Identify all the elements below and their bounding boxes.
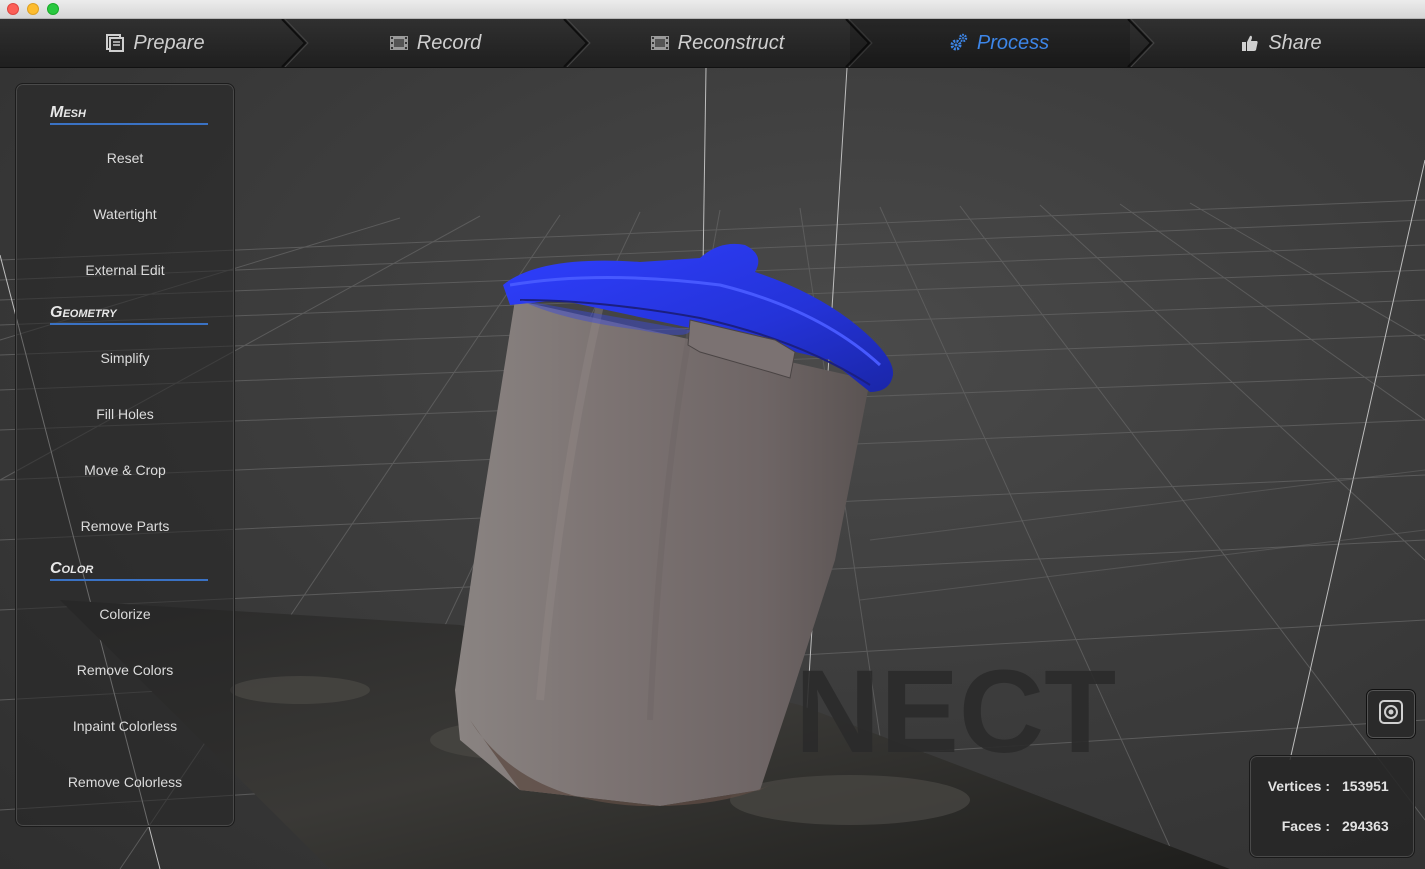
mesh-stats-panel: Vertices : 153951 Faces : 294363 bbox=[1249, 755, 1415, 858]
section-title-geometry: Geometry bbox=[50, 304, 208, 325]
simplify-button[interactable]: Simplify bbox=[16, 350, 234, 366]
vertices-label: Vertices : bbox=[1267, 778, 1330, 794]
tab-reconstruct[interactable]: Reconstruct bbox=[592, 19, 842, 67]
watertight-button[interactable]: Watertight bbox=[16, 206, 234, 222]
remove-parts-button[interactable]: Remove Parts bbox=[16, 518, 234, 534]
faces-value: 294363 bbox=[1342, 818, 1389, 834]
tab-reconstruct-label: Reconstruct bbox=[677, 31, 785, 54]
inpaint-colorless-button[interactable]: Inpaint Colorless bbox=[16, 718, 234, 734]
section-title-mesh: Mesh bbox=[50, 104, 208, 125]
tab-process[interactable]: Process bbox=[874, 19, 1124, 67]
snapshot-icon bbox=[1378, 699, 1404, 730]
film-icon bbox=[389, 33, 409, 53]
workflow-toolbar: Prepare Record Reconstruct Process Share bbox=[0, 19, 1425, 68]
film-icon bbox=[650, 33, 670, 53]
watermark-text: NECT bbox=[795, 646, 1116, 778]
thumbs-up-icon bbox=[1240, 33, 1260, 53]
tab-prepare-label: Prepare bbox=[133, 31, 205, 54]
gears-icon bbox=[949, 33, 969, 53]
faces-label: Faces : bbox=[1281, 818, 1330, 834]
external-edit-button[interactable]: External Edit bbox=[16, 262, 234, 278]
reset-button[interactable]: Reset bbox=[16, 150, 234, 166]
colorize-button[interactable]: Colorize bbox=[16, 606, 234, 622]
fill-holes-button[interactable]: Fill Holes bbox=[16, 406, 234, 422]
section-title-color: Color bbox=[50, 560, 208, 581]
tab-prepare[interactable]: Prepare bbox=[30, 19, 280, 67]
tab-share-label: Share bbox=[1268, 31, 1322, 54]
minimize-window-button[interactable] bbox=[27, 3, 39, 15]
close-window-button[interactable] bbox=[7, 3, 19, 15]
snapshot-button[interactable] bbox=[1366, 689, 1416, 739]
prepare-icon bbox=[105, 33, 125, 53]
tools-sidebar: Mesh Reset Watertight External Edit Geom… bbox=[15, 83, 235, 827]
remove-colorless-button[interactable]: Remove Colorless bbox=[16, 774, 234, 790]
remove-colors-button[interactable]: Remove Colors bbox=[16, 662, 234, 678]
tab-share[interactable]: Share bbox=[1156, 19, 1406, 67]
move-crop-button[interactable]: Move & Crop bbox=[16, 462, 234, 478]
zoom-window-button[interactable] bbox=[47, 3, 59, 15]
tab-process-label: Process bbox=[976, 31, 1050, 54]
window-titlebar bbox=[0, 0, 1425, 19]
tab-record-label: Record bbox=[416, 31, 482, 54]
tab-record[interactable]: Record bbox=[310, 19, 560, 67]
vertices-value: 153951 bbox=[1342, 778, 1389, 794]
